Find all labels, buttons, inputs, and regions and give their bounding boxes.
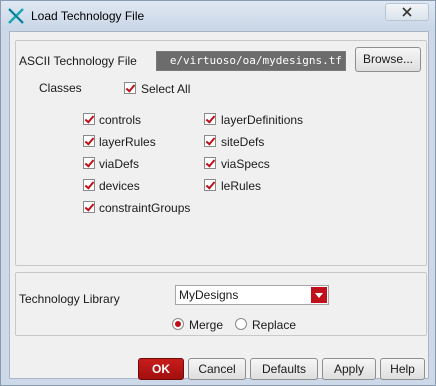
help-button[interactable]: Help [380,358,425,380]
select-all-label: Select All [141,82,191,96]
label-layerDefinitions: layerDefinitions [221,113,304,127]
dialog-body: ASCII Technology File e/virtuoso/oa/myde… [9,31,429,380]
checkbox-constraintGroups[interactable] [83,201,95,213]
checkbox-leRules[interactable] [204,179,216,191]
window-title: Load Technology File [31,9,145,23]
app-icon [8,8,24,24]
tech-library-label: Technology Library [19,292,120,306]
ascii-file-input[interactable]: e/virtuoso/oa/mydesigns.tf [156,51,346,71]
label-controls: controls [99,113,142,127]
ascii-file-label: ASCII Technology File [19,54,137,68]
replace-radio[interactable] [235,318,247,330]
checkbox-devices[interactable] [83,179,95,191]
label-leRules: leRules [221,179,262,193]
merge-radio[interactable] [172,318,184,330]
file-classes-group [15,40,427,266]
classes-label: Classes [39,81,82,95]
defaults-button[interactable]: Defaults [250,358,318,380]
tech-library-value: MyDesigns [179,288,239,302]
label-devices: devices [99,179,140,193]
tech-library-select[interactable]: MyDesigns [175,285,329,305]
dialog-window: Load Technology File ASCII Technology Fi… [0,0,436,386]
label-siteDefs: siteDefs [221,135,265,149]
checkbox-controls[interactable] [83,113,95,125]
ok-button[interactable]: OK [138,358,184,380]
select-all-checkbox[interactable] [124,82,136,94]
label-viaSpecs: viaSpecs [221,157,270,171]
label-constraintGroups: constraintGroups [99,201,191,215]
apply-button[interactable]: Apply [322,358,376,380]
checkbox-viaDefs[interactable] [83,157,95,169]
checkbox-siteDefs[interactable] [204,135,216,147]
title-bar: Load Technology File [1,1,435,31]
label-viaDefs: viaDefs [99,157,140,171]
merge-label: Merge [189,318,224,332]
label-layerRules: layerRules [99,135,156,149]
checkbox-layerRules[interactable] [83,135,95,147]
close-icon [402,7,412,17]
replace-label: Replace [252,318,297,332]
checkbox-layerDefinitions[interactable] [204,113,216,125]
browse-button[interactable]: Browse... [355,47,421,72]
close-button[interactable] [385,3,429,21]
chevron-down-icon[interactable] [311,287,327,303]
cancel-button[interactable]: Cancel [188,358,246,380]
checkbox-viaSpecs[interactable] [204,157,216,169]
